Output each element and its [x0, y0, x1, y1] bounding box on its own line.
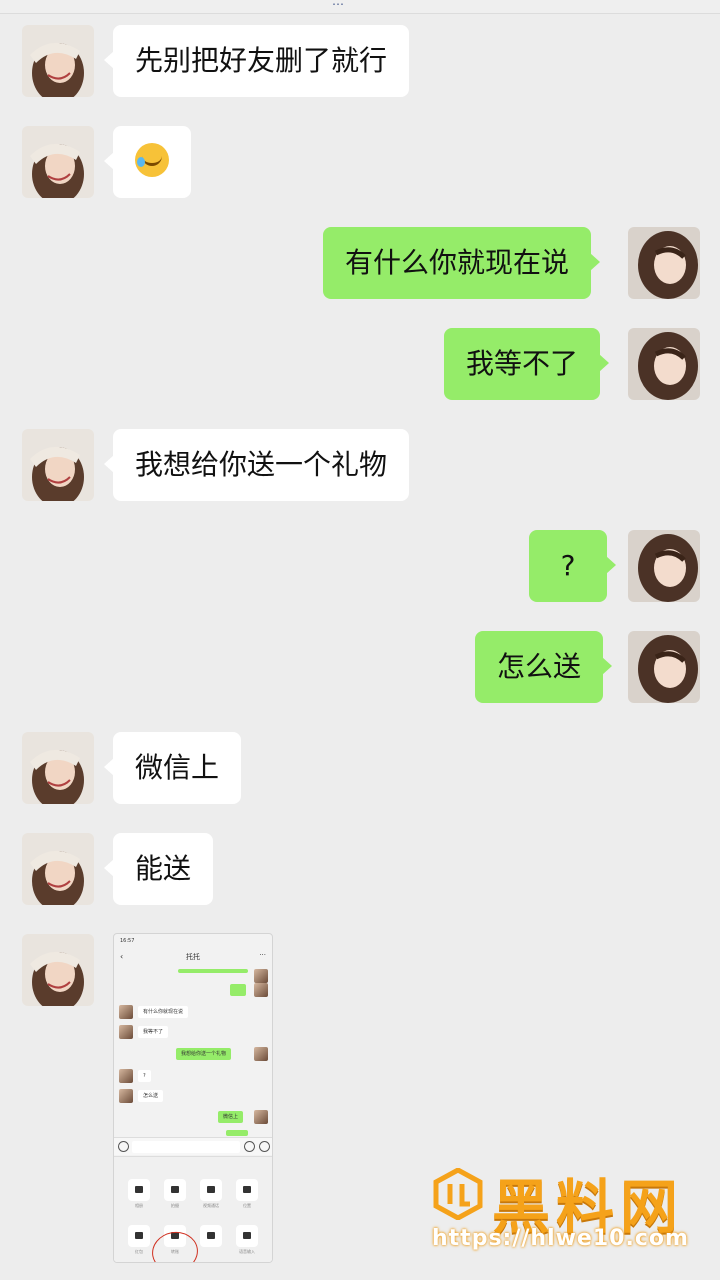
screenshot-voice-icon — [118, 1141, 129, 1152]
camera-icon — [164, 1179, 186, 1201]
screenshot-tool-voice-input: 语音输入 — [234, 1225, 260, 1255]
contact-avatar[interactable] — [22, 833, 94, 905]
screenshot-emoji-icon — [244, 1141, 255, 1152]
message-bubble-in[interactable]: 能送 — [103, 833, 214, 905]
screenshot-tool-location: 位置 — [234, 1179, 260, 1209]
screenshot-tool-panel: 相册 拍摄 视频通话 位置 红包 转账 语音输入 — [114, 1156, 272, 1262]
screenshot-input-field — [132, 1141, 240, 1153]
self-avatar[interactable] — [628, 530, 700, 602]
top-bar: … — [0, 0, 720, 14]
screenshot-avatar — [254, 1110, 268, 1124]
screenshot-tool-album: 相册 — [126, 1179, 152, 1209]
screenshot-bubble-out — [226, 1130, 248, 1136]
screenshot-title: 托托 — [186, 953, 200, 961]
screenshot-avatar — [254, 969, 268, 983]
screenshot-input-bar — [114, 1137, 272, 1155]
contact-avatar[interactable] — [22, 732, 94, 804]
message-bubble-in[interactable]: 微信上 — [103, 732, 242, 804]
screenshot-avatar — [254, 983, 268, 997]
watermark-logo-icon — [433, 1168, 483, 1220]
screenshot-tool-camera: 拍摄 — [162, 1179, 188, 1209]
screenshot-bubble-out — [178, 969, 248, 973]
screenshot-bubble-out: 我想给你送一个礼物 — [176, 1048, 232, 1060]
screenshot-bubble-in: 我等不了 — [138, 1026, 169, 1038]
screenshot-more-icon: ··· — [259, 951, 266, 959]
message-bubble-out[interactable]: 我等不了 — [444, 328, 610, 400]
screenshot-bubble-out: 微信上 — [218, 1111, 244, 1123]
watermark-url: https://hlwe10.com — [432, 1226, 689, 1251]
screenshot-bubble-in: 有什么你就现在说 — [138, 1006, 189, 1018]
screenshot-tool-video-call: 视频通话 — [198, 1179, 224, 1209]
message-bubble-in-emoji[interactable] — [104, 126, 191, 198]
screenshot-bubble-in: ? — [138, 1070, 151, 1082]
screenshot-bubble-in: 怎么送 — [138, 1090, 164, 1102]
microphone-icon — [236, 1225, 258, 1247]
screenshot-tool-red-packet: 红包 — [126, 1225, 152, 1255]
message-bubble-out[interactable]: 有什么你就现在说 — [323, 227, 601, 299]
self-avatar[interactable] — [628, 227, 700, 299]
screenshot-avatar — [254, 1047, 268, 1061]
red-circle-annotation — [148, 1228, 202, 1262]
self-avatar[interactable] — [628, 631, 700, 703]
image-message-screenshot[interactable]: 16:57 ‹ 托托 ··· 有什么你就现在说 我等不了 我想给你送一个礼物 ?… — [113, 933, 273, 1263]
screenshot-avatar — [119, 1089, 133, 1103]
screenshot-avatar — [119, 1005, 133, 1019]
more-icon — [200, 1225, 222, 1247]
self-avatar[interactable] — [628, 328, 700, 400]
message-bubble-in[interactable]: 先别把好友删了就行 — [103, 25, 410, 97]
location-icon — [236, 1179, 258, 1201]
message-bubble-in[interactable]: 我想给你送一个礼物 — [103, 429, 410, 501]
red-packet-icon — [128, 1225, 150, 1247]
contact-avatar[interactable] — [22, 126, 94, 198]
screenshot-tool-more — [198, 1225, 224, 1247]
screenshot-avatar — [119, 1069, 133, 1083]
contact-avatar[interactable] — [22, 25, 94, 97]
message-bubble-out[interactable]: 怎么送 — [475, 631, 613, 703]
screenshot-plus-icon — [259, 1141, 270, 1152]
album-icon — [128, 1179, 150, 1201]
contact-avatar[interactable] — [22, 429, 94, 501]
contact-avatar[interactable] — [22, 934, 94, 1006]
top-text: … — [332, 0, 344, 8]
screenshot-bubble-out — [230, 984, 246, 996]
video-icon — [200, 1179, 222, 1201]
watermark: 黑料网 https://hlwe10.com — [430, 1160, 700, 1260]
laughing-crying-emoji-icon — [135, 143, 169, 177]
screenshot-avatar — [119, 1025, 133, 1039]
screenshot-status-time: 16:57 — [120, 938, 135, 944]
message-bubble-out[interactable]: ? — [529, 530, 616, 602]
